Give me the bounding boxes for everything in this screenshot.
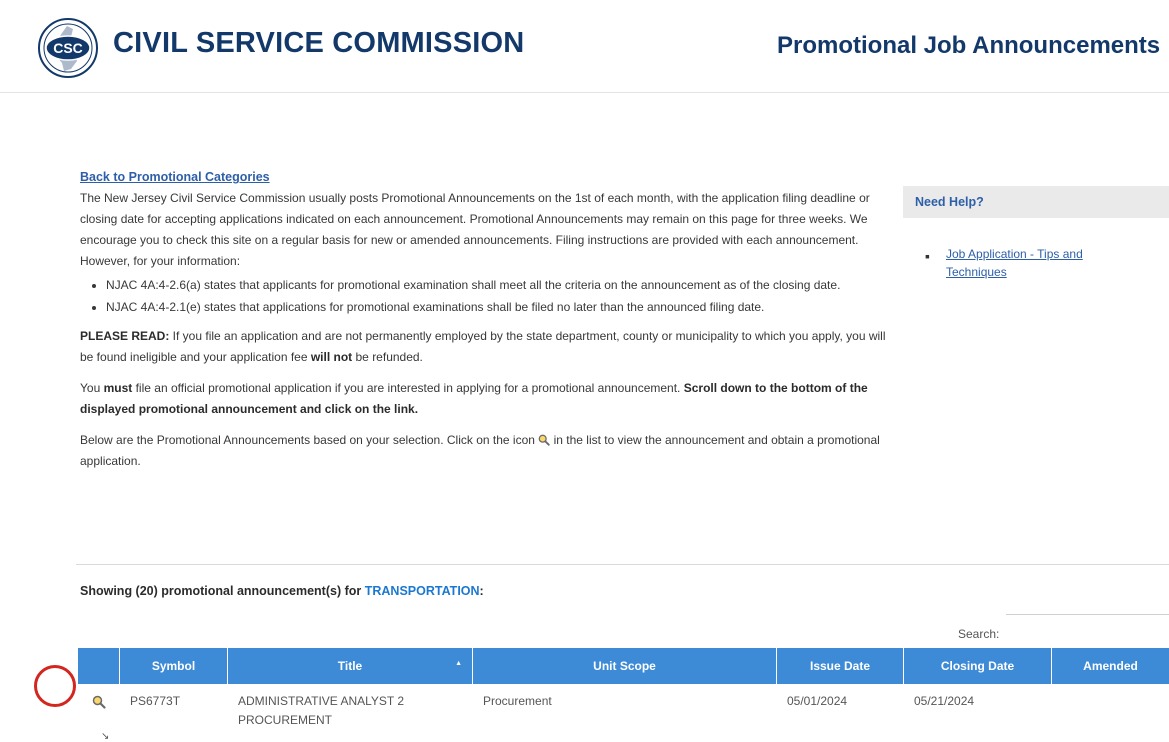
back-to-categories-link[interactable]: Back to Promotional Categories [80, 170, 270, 184]
col-header-title[interactable]: Title ▲ [228, 648, 473, 684]
intro-content: The New Jersey Civil Service Commission … [80, 188, 886, 472]
magnifier-icon[interactable] [92, 695, 106, 709]
magnifier-icon [538, 434, 550, 446]
section-divider [76, 564, 1169, 565]
must-text-middle: file an official promotional application… [132, 381, 684, 395]
must-text-start: You [80, 381, 104, 395]
col-header-issue-date[interactable]: Issue Date [777, 648, 904, 684]
search-label: Search: [958, 627, 1000, 641]
closing-date-cell: 05/21/2024 [914, 694, 975, 708]
seal-text: CSC [53, 40, 83, 56]
please-read-text-end: be refunded. [352, 350, 423, 364]
showing-count-text: Showing (20) promotional announcement(s)… [80, 584, 484, 598]
search-input[interactable] [1006, 614, 1169, 646]
need-help-box: Need Help? [903, 186, 1169, 218]
please-read-paragraph: PLEASE READ: If you file an application … [80, 326, 886, 368]
showing-suffix: : [479, 584, 484, 598]
view-cell [78, 684, 120, 742]
title-cell: ADMINISTRATIVE ANALYST 2 PROCUREMENT [238, 694, 405, 727]
intro-paragraph: The New Jersey Civil Service Commission … [80, 191, 870, 268]
rules-list: NJAC 4A:4-2.6(a) states that applicants … [96, 275, 886, 318]
col-header-closing-date[interactable]: Closing Date [904, 648, 1052, 684]
issue-date-cell: 05/01/2024 [787, 694, 848, 708]
unit-scope-cell: Procurement [483, 694, 552, 708]
must-text-bold: must [103, 381, 133, 395]
will-not-text: will not [310, 350, 353, 364]
table-row: PS6773T ADMINISTRATIVE ANALYST 2 PROCURE… [78, 684, 1169, 742]
amended-cell [1052, 684, 1169, 742]
must-file-paragraph: You must file an official promotional ap… [80, 378, 886, 420]
col-header-amended[interactable]: Amended [1052, 648, 1169, 684]
need-help-title: Need Help? [915, 195, 984, 209]
rule-item: NJAC 4A:4-2.1(e) states that application… [106, 297, 886, 318]
col-header-view [78, 648, 120, 684]
category-name: TRANSPORTATION [364, 584, 480, 598]
job-application-tips-link[interactable]: Job Application - Tips and Techniques [946, 245, 1126, 281]
showing-prefix: Showing (20) promotional announcement(s)… [80, 584, 365, 598]
arrow-tail-icon: ↘ [101, 731, 110, 742]
table-header: Symbol Title ▲ Unit Scope Issue Date Clos… [78, 648, 1169, 684]
rule-item: NJAC 4A:4-2.6(a) states that applicants … [106, 275, 886, 296]
please-read-label: PLEASE READ: [80, 329, 170, 343]
page-header: CSC CIVIL SERVICE COMMISSION Promotional… [0, 0, 1169, 92]
sort-arrow-icon: ▲ [455, 660, 462, 667]
below-paragraph: Below are the Promotional Announcements … [80, 430, 886, 472]
header-divider [0, 92, 1169, 93]
page-title: Promotional Job Announcements [777, 32, 1161, 59]
symbol-cell: PS6773T [130, 694, 181, 708]
col-header-title-label: Title [337, 659, 363, 673]
help-bullet: ▪ [925, 248, 930, 264]
col-header-symbol[interactable]: Symbol [120, 648, 228, 684]
please-read-text: If you file an application and are not p… [80, 329, 886, 364]
csc-seal-icon: CSC [38, 18, 98, 78]
brand-title: CIVIL SERVICE COMMISSION [113, 27, 525, 59]
announcements-table: Symbol Title ▲ Unit Scope Issue Date Clos… [78, 648, 1169, 742]
highlight-circle [34, 665, 76, 707]
col-header-unit-scope[interactable]: Unit Scope [473, 648, 777, 684]
below-text-start: Below are the Promotional Announcements … [80, 433, 539, 447]
